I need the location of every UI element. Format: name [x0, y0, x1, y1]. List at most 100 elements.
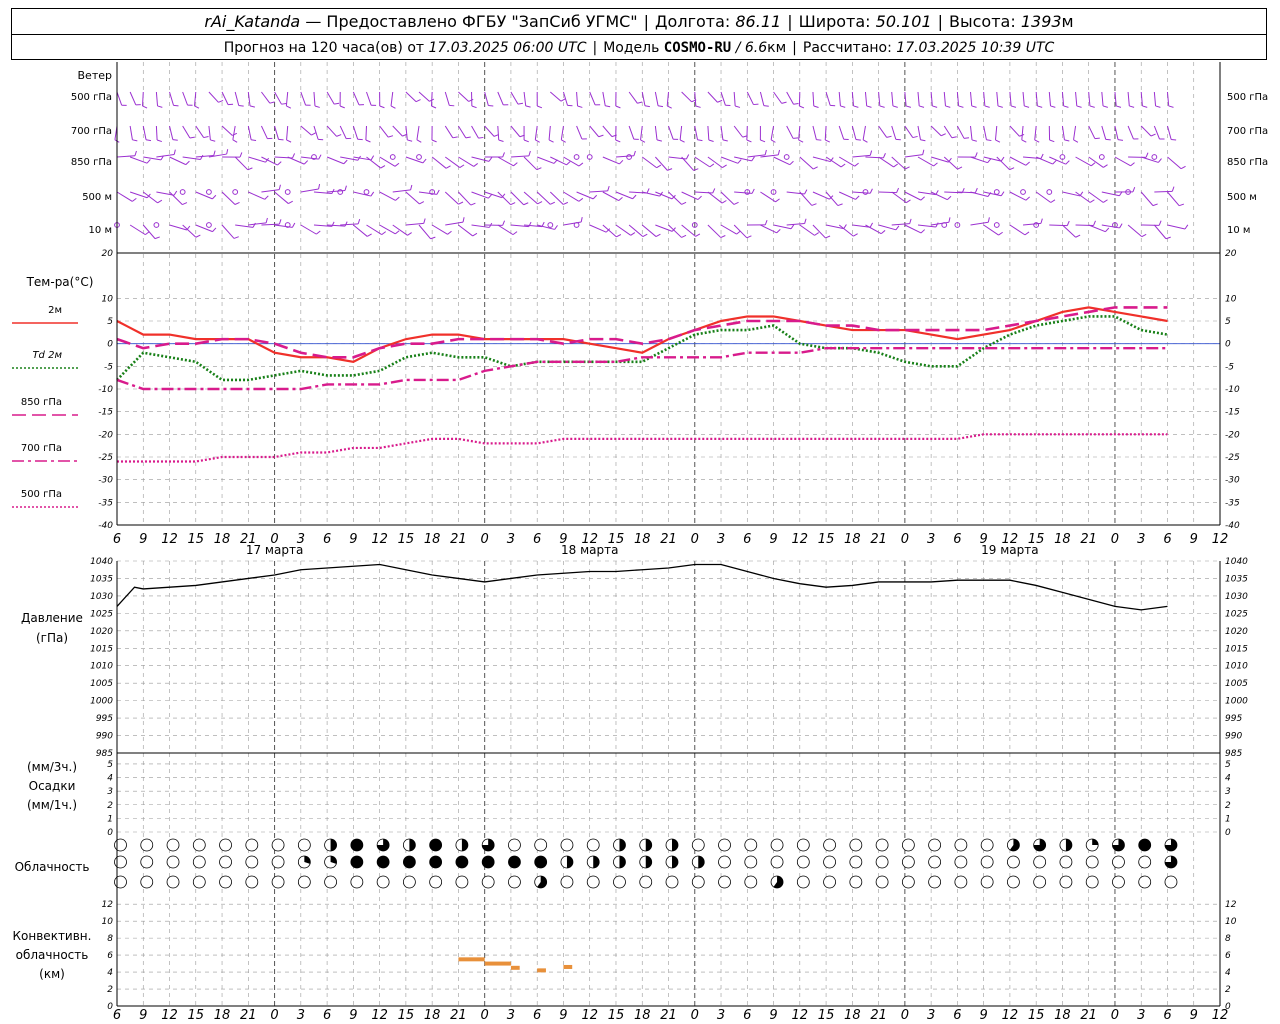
wind-barb [746, 91, 754, 105]
conv-tick-label: 8 [107, 934, 113, 944]
wind-barb [156, 153, 175, 158]
cloud-circle [1164, 875, 1178, 889]
cloud-circle [245, 855, 259, 869]
conv-tick-label: 2 [107, 985, 113, 995]
calm-wind-mark [993, 222, 1000, 228]
wind-barb [1062, 191, 1081, 197]
wind-barb [1167, 224, 1186, 230]
wind-barb-flag [471, 105, 477, 109]
wind-barb [366, 91, 372, 106]
wind-barb-flag [1141, 233, 1147, 238]
cloud-circle [1085, 875, 1099, 889]
wind-barb [208, 91, 219, 103]
time-tick-label: 15 [188, 532, 205, 547]
wind-barb [247, 125, 252, 140]
cloud-circle [928, 838, 942, 852]
wind-barb [143, 156, 162, 161]
wind-barb [313, 125, 319, 140]
wind-barb-flag [708, 139, 714, 142]
wind-barb [825, 91, 831, 106]
wind-barb-flag [172, 139, 178, 141]
wind-barb-flag [709, 163, 715, 168]
wind-barb-flag [697, 195, 702, 200]
wind-barb-flag [1090, 162, 1096, 167]
time-tick-label: 9 [139, 1008, 147, 1023]
wind-barb-flag [430, 236, 436, 240]
cloud-circle [166, 855, 180, 869]
wind-barb [169, 191, 183, 205]
wind-barb-flag [415, 99, 421, 103]
wind-barb-flag [380, 165, 386, 169]
cloud-circle [376, 875, 390, 889]
cloud-circle [271, 838, 285, 852]
cloud-circle [796, 838, 810, 852]
wind-barb [261, 91, 271, 104]
wind-barb-flag [905, 105, 912, 108]
cloud-fill [482, 856, 495, 868]
wind-barb [353, 224, 368, 237]
conv-title-1: Конвективн. [13, 929, 92, 943]
wind-barb-flag [212, 227, 217, 232]
wind-barb-flag [394, 230, 400, 235]
wind-barb-flag [336, 134, 342, 137]
cloud-circle [586, 875, 600, 889]
time-tick-label: 6 [323, 1008, 331, 1023]
wind-barb-flag [1075, 234, 1081, 238]
wind-barb-flag [607, 186, 610, 192]
wind-barb-flag [367, 233, 372, 237]
conv-tick-label: 4 [107, 968, 113, 978]
wind-barb-flag [642, 233, 648, 238]
wind-barb-flag [843, 224, 847, 229]
wind-barb-flag [1050, 199, 1056, 203]
conv-bar [458, 957, 485, 962]
time-tick-label: 12 [792, 532, 809, 547]
cloud-fill [619, 839, 626, 851]
wind-barb-flag [535, 139, 540, 143]
wind-barb-flag [825, 235, 831, 239]
wind-barb-flag [1000, 156, 1005, 162]
wind-barb [996, 91, 999, 106]
wind-barb-flag [760, 139, 766, 143]
wind-barb-flag [764, 149, 767, 155]
time-tick-label: 0 [270, 1008, 278, 1023]
wind-barb-flag [226, 149, 229, 155]
pressure-tick-label: 1000 [90, 697, 113, 707]
legend-label: 700 гПа [21, 443, 62, 454]
wind-barb [1021, 125, 1024, 140]
temp-tick-label: 20 [102, 249, 114, 259]
pressure-tick-label: 1025 [1225, 609, 1248, 619]
wind-barb [773, 156, 791, 166]
wind-barb-flag [200, 154, 204, 160]
cloud-circle [823, 855, 836, 869]
wind-barb [1167, 156, 1182, 170]
wind-barb [326, 156, 344, 165]
wind-barb [1167, 191, 1180, 207]
wind-barb [155, 91, 159, 106]
time-tick-label: 18 [424, 1008, 441, 1023]
wind-barb-flag [720, 235, 726, 239]
cloud-circle [691, 838, 705, 852]
wind-barb [195, 125, 205, 138]
wind-barb-flag [632, 194, 637, 200]
time-tick-label: 21 [660, 1008, 677, 1023]
wind-barb-flag [1180, 165, 1186, 170]
wind-barb-flag [462, 217, 465, 223]
wind-barb [734, 156, 752, 162]
time-tick-label: 6 [533, 532, 541, 547]
wind-barb-flag [537, 105, 543, 109]
temperature-legend: 2м Td 2м 850 гПа 700 гПа 500 гПа [12, 305, 78, 508]
wind-barb [129, 156, 148, 164]
wind-barb-flag [1021, 139, 1027, 143]
wind-barb [694, 191, 713, 194]
wind-barb [707, 156, 723, 169]
pressure-tick-label: 1025 [90, 609, 113, 619]
wind-barb-flag [465, 136, 471, 139]
wind-barb-flag [134, 150, 137, 156]
wind-barb-flag [667, 105, 672, 109]
wind-barb [878, 156, 894, 168]
wind-barb-flag [777, 149, 781, 156]
cloud-circle [1033, 875, 1047, 889]
temp-tick-label: 20 [1225, 249, 1237, 259]
wind-barb [286, 125, 289, 140]
wind-barb-flag [513, 162, 518, 167]
